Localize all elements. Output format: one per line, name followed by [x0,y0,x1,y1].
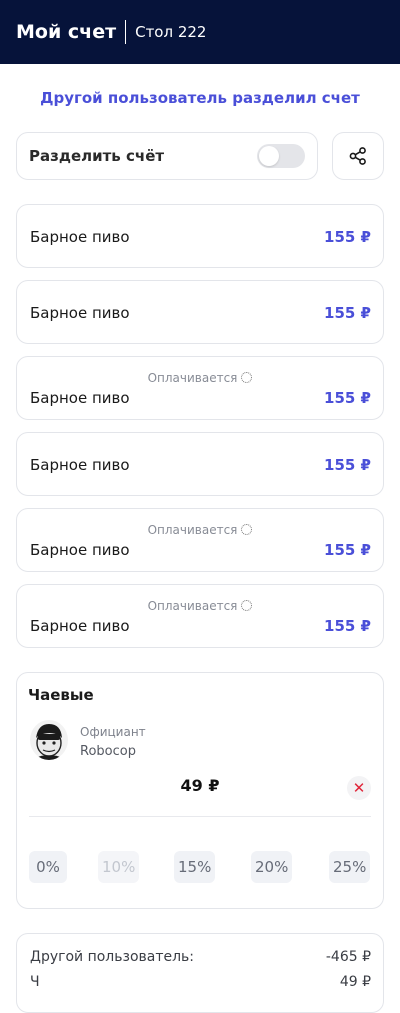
item-price: 155 ₽ [324,617,371,635]
waiter-role: Официант [80,725,146,739]
tip-option-20[interactable]: 20% [251,851,293,883]
item-name: Барное пиво [30,456,130,474]
order-item[interactable]: Барное пиво 155 ₽ [16,432,384,496]
order-item[interactable]: Оплачивается Барное пиво 155 ₽ [16,508,384,572]
order-item[interactable]: Барное пиво 155 ₽ [16,204,384,268]
split-row: Разделить счёт [16,132,384,180]
item-name: Барное пиво [30,389,130,407]
tips-summary-label: Ч [30,974,40,990]
item-price: 155 ₽ [324,456,371,474]
tip-option-0[interactable]: 0% [29,851,67,883]
item-price: 155 ₽ [324,228,371,246]
paying-status-text: Оплачивается [147,599,238,613]
split-bill-label: Разделить счёт [29,147,165,165]
order-item[interactable]: Оплачивается Барное пиво 155 ₽ [16,584,384,648]
tip-option-25[interactable]: 25% [329,851,371,883]
paying-status-text: Оплачивается [147,523,238,537]
paying-status: Оплачивается [17,371,383,385]
clear-tip-button[interactable]: ✕ [347,776,371,800]
split-bill-card: Разделить счёт [16,132,318,180]
header-divider [125,20,127,44]
table-number: Стол 222 [135,23,207,41]
app-header: Мой счет Стол 222 [0,0,400,64]
page-title: Мой счет [16,21,117,43]
waiter-name: Robocop [80,744,136,759]
item-name: Барное пиво [30,617,130,635]
split-notice: Другой пользователь разделил счет [40,89,360,107]
tips-card: Чаевые Официант Robocop 49 ₽ ✕ 0% 10% 15… [16,672,384,909]
tip-option-10[interactable]: 10% [98,851,140,883]
item-price: 155 ₽ [324,541,371,559]
order-item[interactable]: Оплачивается Барное пиво 155 ₽ [16,356,384,420]
item-name: Барное пиво [30,541,130,559]
item-name: Барное пиво [30,304,130,322]
item-price: 155 ₽ [324,389,371,407]
paying-status-text: Оплачивается [147,371,238,385]
item-price: 155 ₽ [324,304,371,322]
order-item[interactable]: Барное пиво 155 ₽ [16,280,384,344]
tips-summary-value: 49 ₽ [339,974,371,990]
toggle-knob [259,146,279,166]
share-icon [349,147,366,165]
tip-option-15[interactable]: 15% [174,851,216,883]
close-icon: ✕ [352,779,366,797]
loading-spinner-icon [241,524,253,535]
avatar [30,720,68,760]
paying-status: Оплачивается [17,523,383,537]
paying-status: Оплачивается [17,599,383,613]
waiter-avatar-icon [30,720,68,760]
loading-spinner-icon [241,372,253,383]
tip-amount[interactable]: 49 ₽ [17,776,383,795]
share-button[interactable] [332,132,384,180]
item-name: Барное пиво [30,228,130,246]
tips-heading: Чаевые [28,686,94,704]
loading-spinner-icon [241,600,253,611]
other-user-value: -465 ₽ [325,949,371,965]
bill-summary: Другой пользователь: -465 ₽ Ч 49 ₽ [16,933,384,1013]
tips-divider [29,816,371,817]
split-bill-toggle[interactable] [257,144,305,168]
other-user-label: Другой пользователь: [30,949,195,965]
